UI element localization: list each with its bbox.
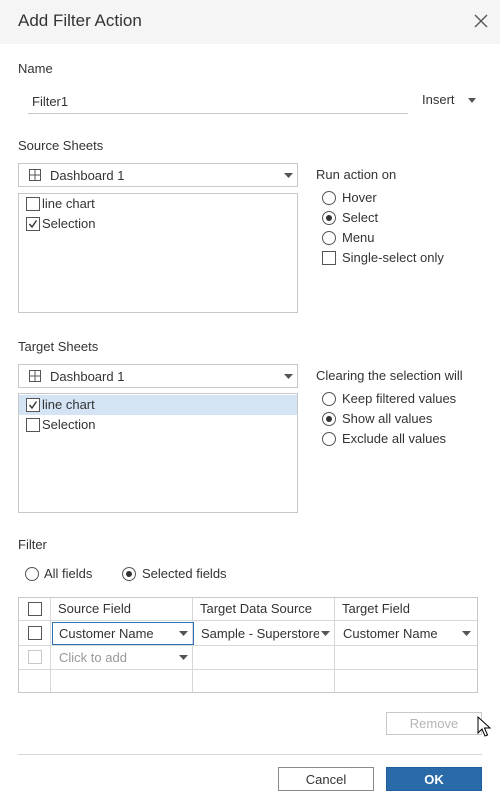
grid-row-line: [19, 645, 477, 646]
chevron-down-icon: [468, 98, 476, 103]
chevron-down-icon[interactable]: [179, 655, 188, 661]
target-sheet-line-chart[interactable]: line chart: [19, 395, 297, 415]
run-action-select-radio[interactable]: [322, 211, 336, 225]
cancel-button[interactable]: Cancel: [278, 767, 374, 791]
grid-row-line: [19, 620, 477, 621]
dashboard-icon: [29, 370, 41, 382]
close-icon[interactable]: [472, 12, 490, 30]
run-action-menu-label: Menu: [342, 230, 375, 245]
mouse-cursor-icon: [477, 716, 491, 737]
target-sheet-label: line chart: [42, 397, 95, 412]
grid-col-line: [50, 598, 51, 692]
chevron-down-icon: [284, 173, 293, 178]
remove-button[interactable]: Remove: [386, 712, 482, 735]
column-header-target-data-source: Target Data Source: [200, 601, 313, 616]
column-header-source-field: Source Field: [58, 601, 131, 616]
chevron-down-icon[interactable]: [462, 631, 471, 637]
row-checkbox[interactable]: [28, 626, 42, 640]
chevron-down-icon: [284, 374, 293, 379]
filter-label: Filter: [18, 537, 47, 552]
target-dropdown-value: Dashboard 1: [50, 369, 125, 384]
source-sheet-checkbox[interactable]: [26, 197, 40, 211]
select-all-checkbox[interactable]: [28, 602, 42, 616]
source-sheet-label: line chart: [42, 196, 95, 211]
single-select-checkbox[interactable]: [322, 251, 336, 265]
chevron-down-icon[interactable]: [179, 631, 188, 637]
target-sheets-label: Target Sheets: [18, 339, 99, 354]
dialog-titlebar: Add Filter Action: [0, 0, 500, 44]
name-label: Name: [18, 61, 53, 76]
source-sheets-list: line chart Selection: [18, 193, 298, 313]
target-sheets-list: line chart Selection: [18, 393, 298, 513]
target-sheets-dropdown[interactable]: Dashboard 1: [18, 364, 298, 388]
show-all-radio[interactable]: [322, 412, 336, 426]
target-sheet-checkbox[interactable]: [26, 418, 40, 432]
footer-divider: [18, 754, 482, 755]
ok-button[interactable]: OK: [386, 767, 482, 791]
dialog-title: Add Filter Action: [18, 11, 142, 30]
source-sheet-selection[interactable]: Selection: [19, 214, 297, 234]
exclude-all-label: Exclude all values: [342, 431, 447, 446]
exclude-all-radio[interactable]: [322, 432, 336, 446]
source-sheets-dropdown[interactable]: Dashboard 1: [18, 163, 298, 187]
checkmark-icon: [28, 401, 38, 410]
keep-filtered-label: Keep filtered values: [342, 391, 457, 406]
grid-col-line: [192, 598, 193, 692]
show-all-label: Show all values: [342, 411, 433, 426]
source-field-value: Customer Name: [59, 626, 154, 641]
run-action-select-label: Select: [342, 210, 379, 225]
source-sheet-line-chart[interactable]: line chart: [19, 194, 297, 214]
target-source-value[interactable]: Sample - Superstore: [201, 626, 319, 641]
clearing-label: Clearing the selection will: [316, 368, 463, 383]
dashboard-icon: [29, 169, 41, 181]
source-sheets-label: Source Sheets: [18, 138, 104, 153]
target-sheet-selection[interactable]: Selection: [19, 415, 297, 435]
run-action-hover-radio[interactable]: [322, 191, 336, 205]
keep-filtered-radio[interactable]: [322, 392, 336, 406]
target-field-value[interactable]: Customer Name: [343, 626, 458, 641]
target-sheet-checkbox[interactable]: [26, 398, 40, 412]
all-fields-radio[interactable]: [25, 567, 39, 581]
name-input[interactable]: [28, 90, 408, 114]
run-action-label: Run action on: [316, 167, 397, 182]
selected-fields-label: Selected fields: [142, 566, 227, 581]
grid-col-line: [334, 598, 335, 692]
target-sheet-label: Selection: [42, 417, 96, 432]
selected-fields-radio[interactable]: [122, 567, 136, 581]
source-sheet-checkbox[interactable]: [26, 217, 40, 231]
source-dropdown-value: Dashboard 1: [50, 168, 125, 183]
all-fields-label: All fields: [44, 566, 93, 581]
add-field-placeholder[interactable]: Click to add: [59, 650, 127, 665]
insert-button[interactable]: Insert: [422, 92, 482, 112]
single-select-label: Single-select only: [342, 250, 444, 265]
run-action-hover-label: Hover: [342, 190, 377, 205]
insert-label: Insert: [422, 92, 455, 107]
grid-row-line: [19, 669, 477, 670]
checkmark-icon: [28, 220, 38, 229]
add-row-checkbox: [28, 650, 42, 664]
source-sheet-label: Selection: [42, 216, 96, 231]
field-mapping-grid: Source Field Target Data Source Target F…: [18, 597, 478, 693]
column-header-target-field: Target Field: [342, 601, 410, 616]
run-action-menu-radio[interactable]: [322, 231, 336, 245]
chevron-down-icon[interactable]: [321, 631, 330, 637]
